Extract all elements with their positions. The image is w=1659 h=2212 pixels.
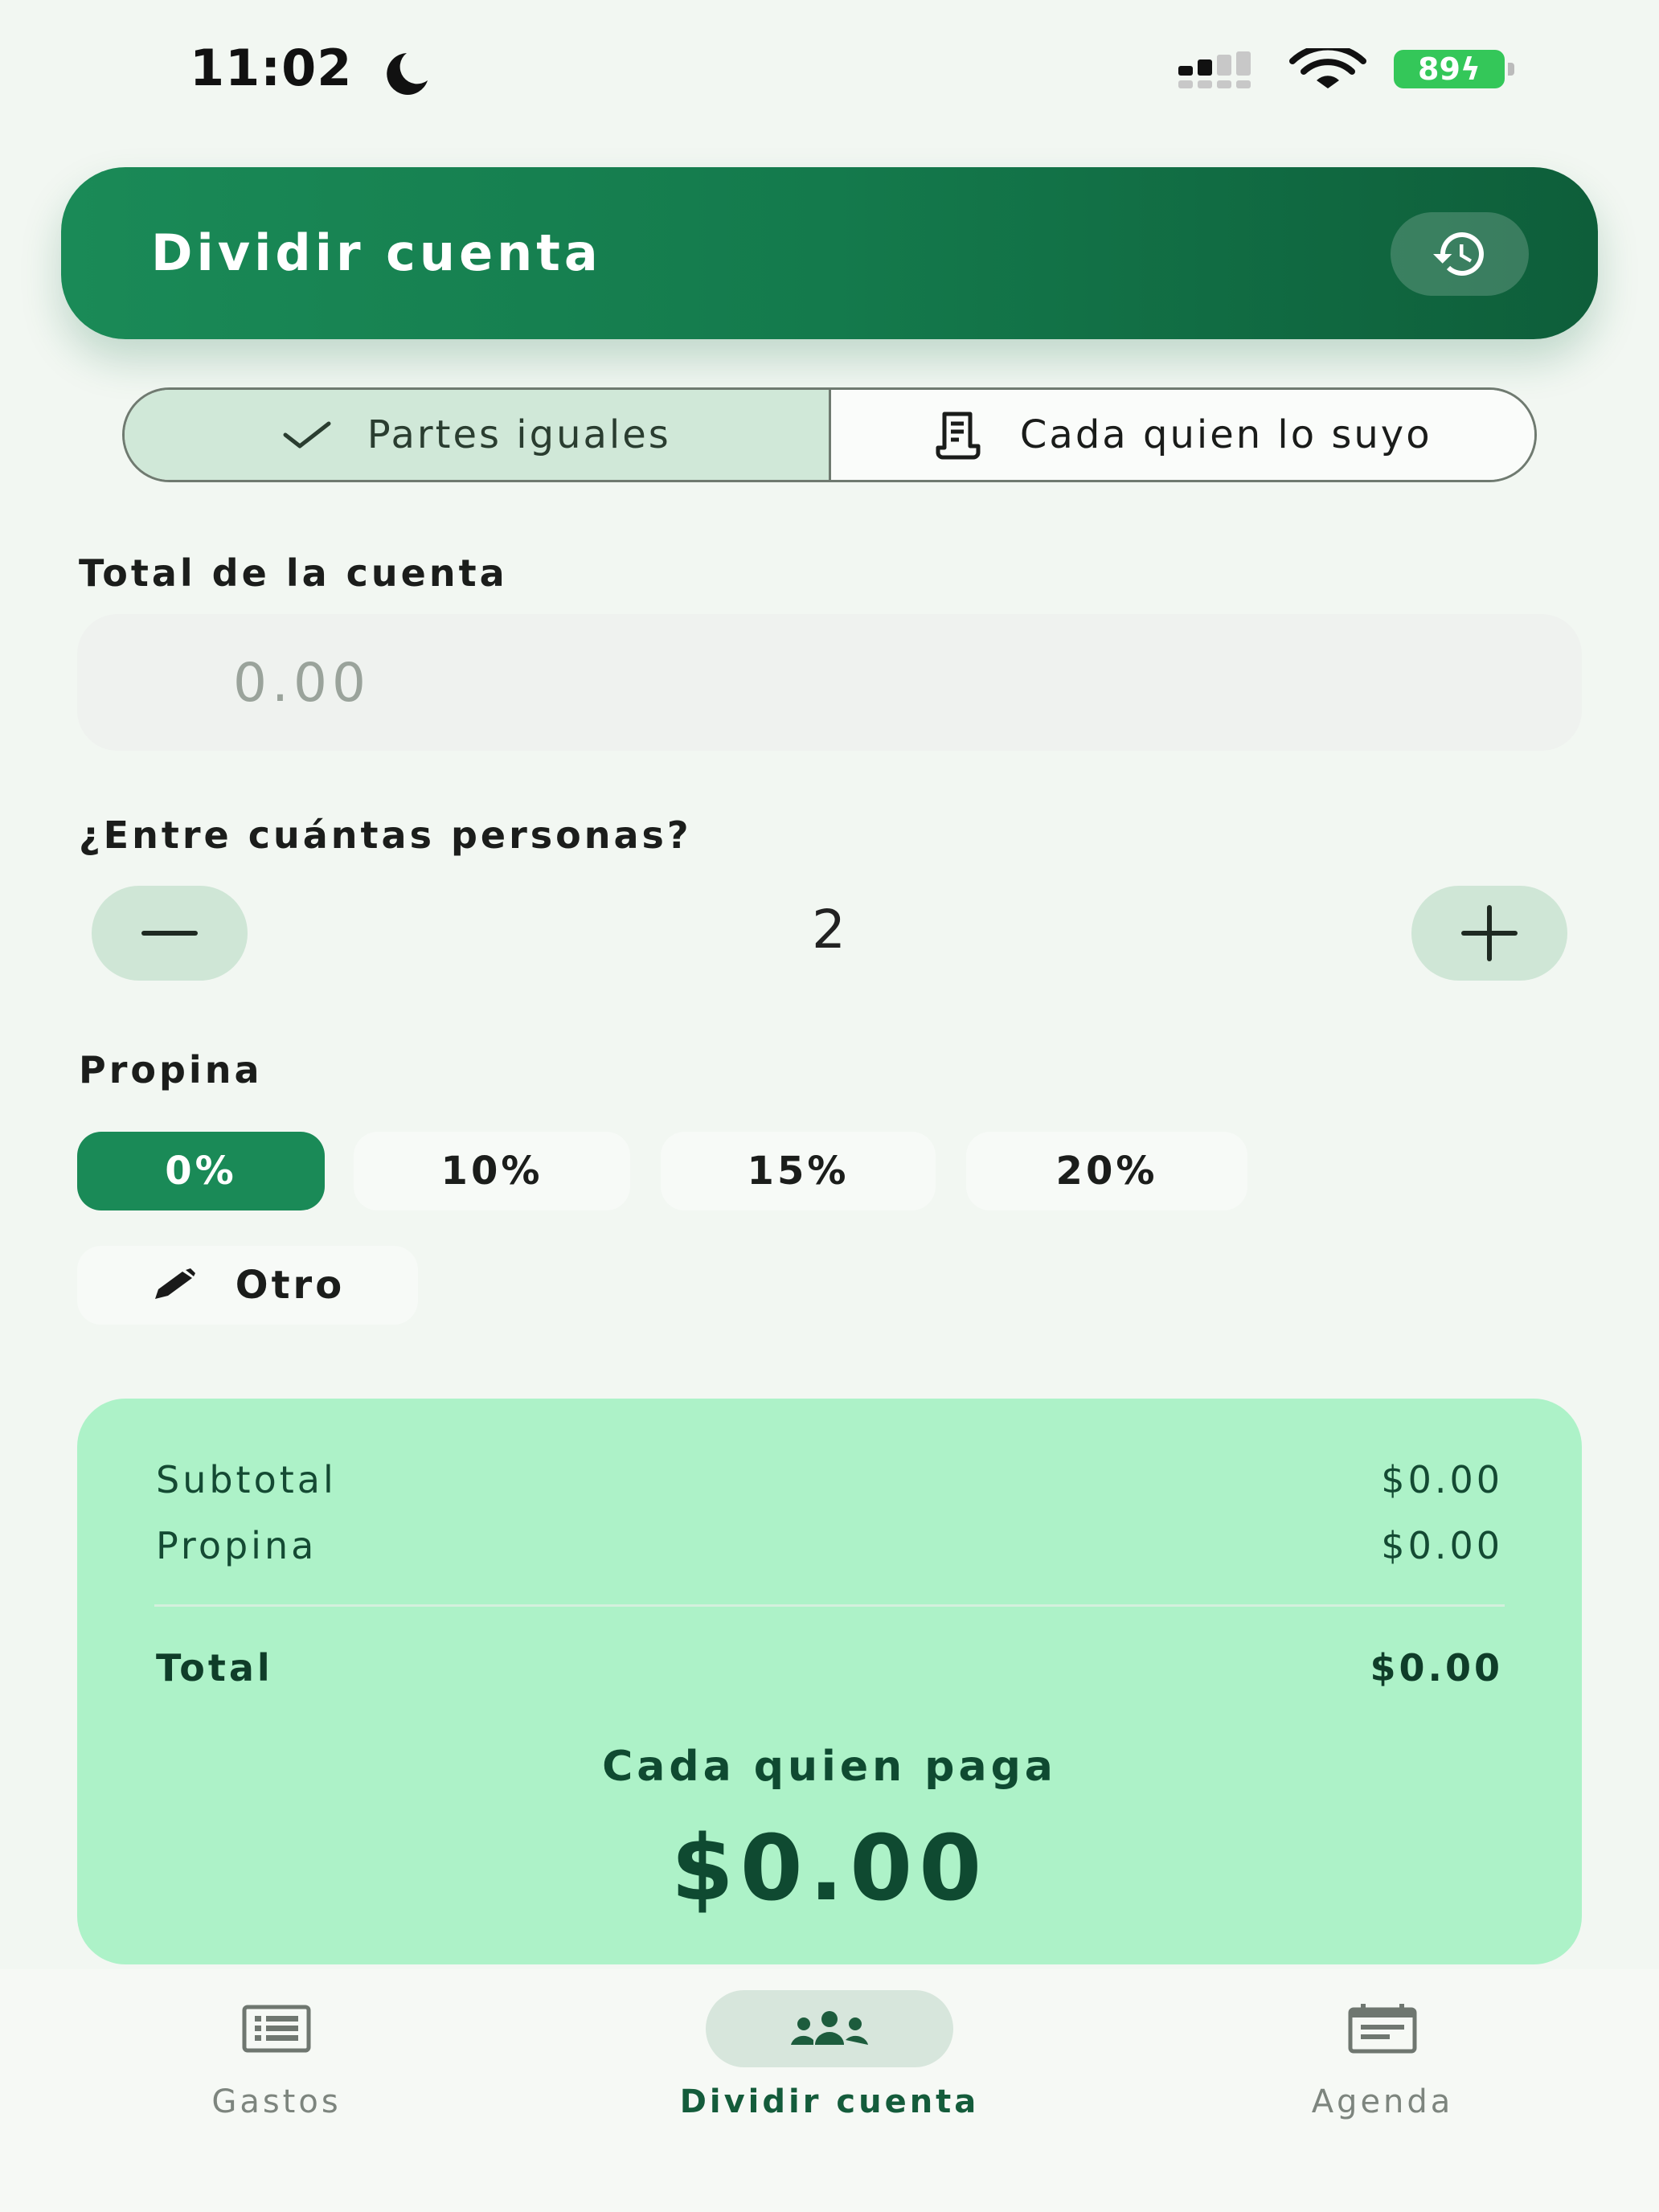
nav-item-agenda[interactable]: Agenda xyxy=(1182,1990,1583,2151)
subtotal-row: Subtotal $0.00 xyxy=(156,1458,1503,1501)
calendar-icon xyxy=(1348,2004,1417,2054)
summary-card: Subtotal $0.00 Propina $0.00 Total $0.00… xyxy=(77,1399,1582,1964)
receipt-icon xyxy=(936,412,981,460)
tip-summary-value: $0.00 xyxy=(1381,1524,1503,1567)
total-row: Total $0.00 xyxy=(156,1646,1503,1690)
header-card: Dividir cuenta xyxy=(61,167,1598,339)
tab-equal-parts[interactable]: Partes iguales xyxy=(125,390,831,480)
status-time: 11:02 xyxy=(190,39,353,97)
tip-summary-label: Propina xyxy=(156,1524,317,1567)
history-icon xyxy=(1433,232,1484,276)
decrease-people-button[interactable] xyxy=(92,886,248,981)
subtotal-label: Subtotal xyxy=(156,1458,337,1501)
nav-label-gastos: Gastos xyxy=(211,2083,342,2120)
tip-option-20[interactable]: 20% xyxy=(966,1132,1247,1210)
total-summary-label: Total xyxy=(156,1646,273,1690)
nav-item-dividir-cuenta[interactable]: Dividir cuenta xyxy=(629,1990,1030,2151)
total-amount-input[interactable] xyxy=(77,614,1582,751)
subtotal-value: $0.00 xyxy=(1381,1458,1503,1501)
cellular-signal-icon xyxy=(1178,51,1251,88)
wifi-icon xyxy=(1289,48,1366,88)
group-icon xyxy=(791,2011,868,2045)
tab-each-own[interactable]: Cada quien lo suyo xyxy=(830,390,1534,480)
each-pays-label: Cada quien paga xyxy=(602,1743,1057,1791)
people-label: ¿Entre cuántas personas? xyxy=(79,813,692,857)
status-bar: 11:02 89ϟ xyxy=(0,0,1659,137)
summary-divider xyxy=(154,1604,1505,1607)
battery-level: 89ϟ xyxy=(1394,50,1505,88)
history-button[interactable] xyxy=(1391,212,1529,296)
moon-icon xyxy=(387,53,428,95)
bottom-navigation: Gastos Dividir cuenta Agenda xyxy=(0,1969,1659,2212)
page-title: Dividir cuenta xyxy=(151,223,602,282)
nav-label-dividir-cuenta: Dividir cuenta xyxy=(679,2083,980,2120)
split-mode-toggle: Partes iguales Cada quien lo suyo xyxy=(122,387,1537,482)
tip-label: Propina xyxy=(79,1048,263,1092)
total-summary-value: $0.00 xyxy=(1370,1646,1503,1690)
check-icon xyxy=(283,421,331,449)
list-icon xyxy=(242,2005,311,2053)
nav-item-gastos[interactable]: Gastos xyxy=(76,1990,477,2151)
minus-icon xyxy=(141,931,198,936)
tab-equal-parts-label: Partes iguales xyxy=(367,412,671,457)
nav-label-agenda: Agenda xyxy=(1311,2083,1454,2120)
increase-people-button[interactable] xyxy=(1411,886,1567,981)
tip-option-0[interactable]: 0% xyxy=(77,1132,325,1210)
tip-option-15[interactable]: 15% xyxy=(661,1132,936,1210)
people-count: 2 xyxy=(812,899,847,961)
plus-icon xyxy=(1461,905,1518,961)
tip-option-10[interactable]: 10% xyxy=(354,1132,630,1210)
tab-each-own-label: Cada quien lo suyo xyxy=(1019,412,1432,457)
tip-option-other[interactable]: Otro xyxy=(77,1246,418,1325)
total-label: Total de la cuenta xyxy=(79,551,508,595)
each-pays-amount: $0.00 xyxy=(670,1817,989,1921)
tip-row: Propina $0.00 xyxy=(156,1524,1503,1567)
battery-charging-icon: 89ϟ xyxy=(1394,50,1514,88)
pencil-icon xyxy=(154,1268,195,1299)
